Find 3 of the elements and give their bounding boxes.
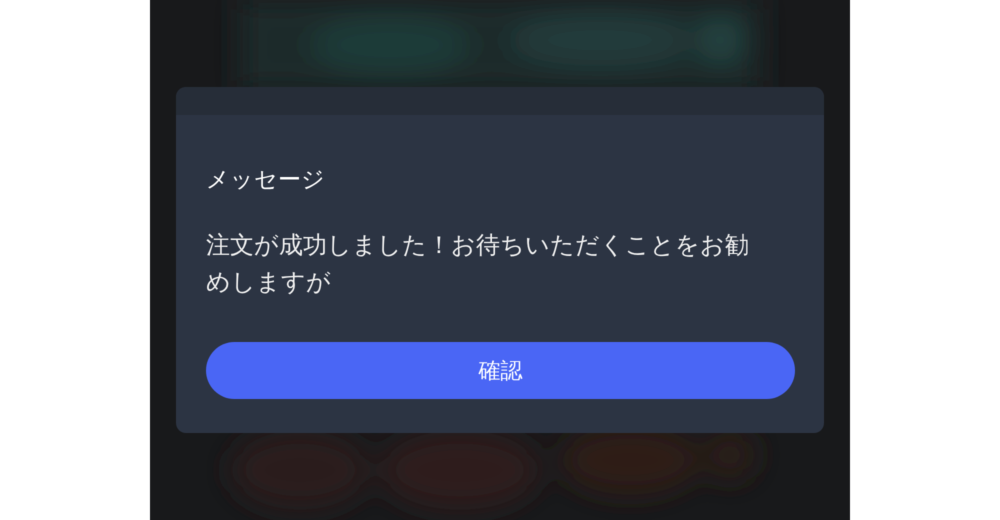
dialog-title: メッセージ bbox=[206, 166, 326, 195]
dialog-message: 注文が成功しました！お待ちいただくことをお勧めしますが bbox=[206, 230, 750, 298]
confirm-button[interactable]: 確認 bbox=[206, 342, 795, 399]
